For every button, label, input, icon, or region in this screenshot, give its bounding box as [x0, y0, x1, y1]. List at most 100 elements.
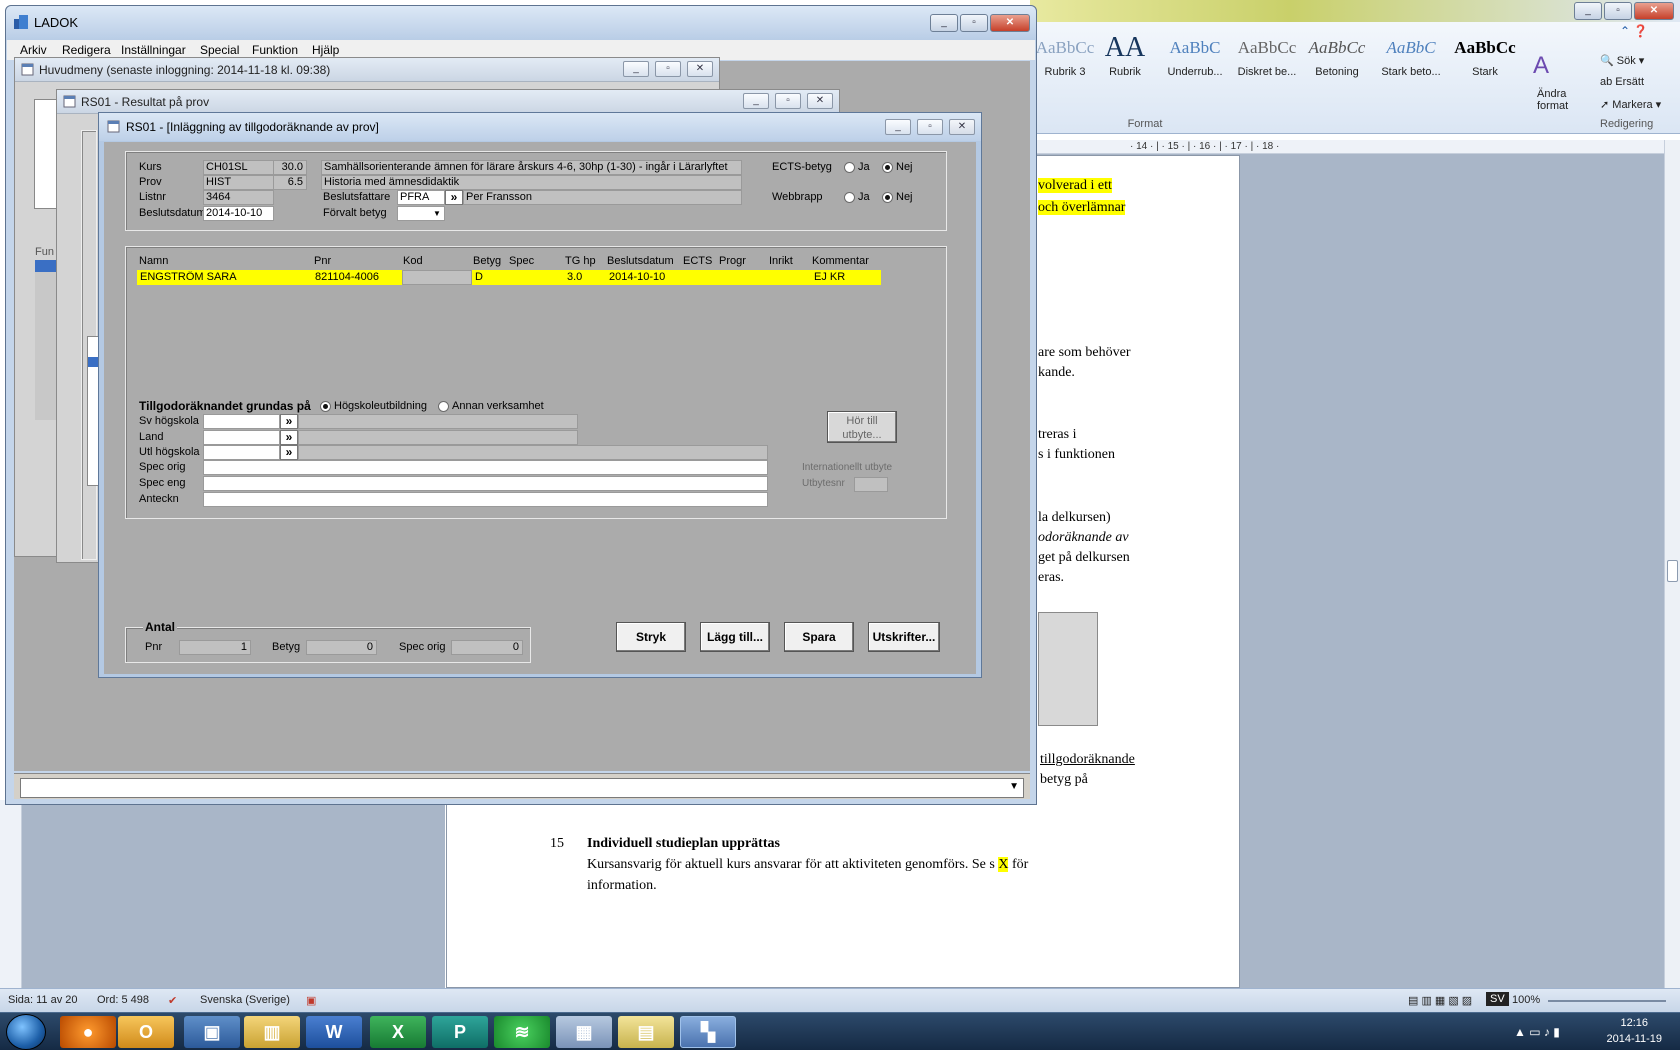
prov-code-field[interactable]: HIST [203, 175, 274, 190]
style-rubrik[interactable]: AA Rubrik [1090, 30, 1160, 105]
menu-hjalp[interactable]: Hjälp [312, 43, 339, 57]
scrollbar-thumb[interactable] [1667, 560, 1678, 582]
ladok-taskbar-icon[interactable]: ▚ [680, 1016, 736, 1048]
cell-tghp[interactable]: 3.0 [564, 270, 606, 285]
ladok-close-button[interactable]: ✕ [990, 14, 1030, 32]
language-indicator[interactable]: SV [1486, 992, 1509, 1006]
remote-desktop-icon[interactable]: ▣ [184, 1016, 240, 1048]
restore-button[interactable]: ▫ [775, 93, 801, 109]
status-zoom[interactable]: 100% [1512, 994, 1540, 1006]
webbrapp-ja-radio[interactable] [844, 192, 855, 203]
outlook-icon[interactable]: O [118, 1016, 174, 1048]
ects-nej-radio[interactable] [882, 162, 893, 173]
select-button[interactable]: ➚ Markera ▾ [1600, 98, 1661, 111]
spotify-icon[interactable]: ≋ [494, 1016, 550, 1048]
cell-spec[interactable] [508, 270, 564, 285]
spara-button[interactable]: Spara [784, 622, 854, 652]
cell-ects[interactable] [682, 270, 718, 285]
status-words[interactable]: Ord: 5 498 [97, 994, 149, 1006]
word-close-button[interactable]: ✕ [1634, 2, 1674, 20]
minimize-button[interactable]: _ [743, 93, 769, 109]
menu-special[interactable]: Special [200, 43, 239, 57]
find-button[interactable]: 🔍 Sök ▾ [1600, 54, 1644, 67]
status-page[interactable]: Sida: 11 av 20 [8, 994, 78, 1006]
webbrapp-nej-radio[interactable] [882, 192, 893, 203]
hor-till-utbyte-button[interactable]: Hör till utbyte... [827, 411, 897, 443]
beslutsdatum-field[interactable]: 2014-10-10 [203, 206, 274, 221]
macro-icon[interactable]: ▣ [306, 994, 316, 1007]
ects-ja-radio[interactable] [844, 162, 855, 173]
huvudmeny-titlebar[interactable]: Huvudmeny (senaste inloggning: 2014-11-1… [15, 58, 719, 82]
cell-beslutsdatum[interactable]: 2014-10-10 [606, 270, 682, 285]
word-minimize-button[interactable]: _ [1574, 2, 1602, 20]
cell-namn[interactable]: ENGSTRÖM SARA [137, 270, 312, 285]
minimize-button[interactable]: _ [623, 61, 649, 77]
sv-hogskola-field[interactable] [203, 414, 280, 429]
beslutsfattare-lookup-button[interactable]: » [445, 190, 463, 205]
ladok-status-combo[interactable]: ▼ [20, 778, 1024, 798]
status-language[interactable]: Svenska (Sverige) [200, 994, 290, 1006]
word-vertical-scrollbar[interactable] [1664, 140, 1680, 988]
spec-eng-field[interactable] [203, 476, 768, 491]
change-styles-label[interactable]: Ändra format [1537, 88, 1595, 112]
publisher-icon[interactable]: P [432, 1016, 488, 1048]
annan-verksamhet-radio[interactable] [438, 401, 449, 412]
style-betoning[interactable]: AaBbCc Betoning [1302, 30, 1372, 105]
stryk-button[interactable]: Stryk [616, 622, 686, 652]
tillgodorakning-dialog[interactable]: RS01 - [Inläggning av tillgodoräknande a… [98, 112, 982, 678]
notes-icon[interactable]: ▤ [618, 1016, 674, 1048]
calculator-icon[interactable]: ▦ [556, 1016, 612, 1048]
dialog-close-button[interactable]: ✕ [949, 119, 975, 135]
view-buttons[interactable]: ▤ ▥ ▦ ▧ ▨ [1408, 994, 1472, 1007]
dialog-minimize-button[interactable]: _ [885, 119, 911, 135]
land-lookup-button[interactable]: » [280, 430, 298, 445]
menu-funktion[interactable]: Funktion [252, 43, 298, 57]
replace-button[interactable]: ab Ersätt [1600, 76, 1644, 88]
land-field[interactable] [203, 430, 280, 445]
style-diskret[interactable]: AaBbCc Diskret be... [1232, 30, 1302, 105]
style-stark[interactable]: AaBbCc Stark [1450, 30, 1520, 105]
hogskoleutbildning-radio[interactable] [320, 401, 331, 412]
cell-betyg[interactable]: D [472, 270, 508, 285]
style-stark-betoning[interactable]: AaBbC Stark beto... [1376, 30, 1446, 105]
cell-kod[interactable] [402, 270, 472, 285]
utl-hogskola-lookup-button[interactable]: » [280, 445, 298, 460]
close-button[interactable]: ✕ [807, 93, 833, 109]
cell-kommentar[interactable]: EJ KR [811, 270, 881, 285]
ladok-minimize-button[interactable]: _ [930, 14, 958, 32]
menu-redigera[interactable]: Redigera [62, 43, 111, 57]
firefox-icon[interactable]: ● [60, 1016, 116, 1048]
proofing-icon[interactable]: ✔ [168, 994, 177, 1007]
cell-progr[interactable] [718, 270, 768, 285]
cell-inrikt[interactable] [768, 270, 811, 285]
change-styles-icon[interactable]: A [1525, 52, 1557, 80]
resultat-titlebar[interactable]: RS01 - Resultat på prov _ ▫ ✕ [57, 90, 839, 114]
ladok-restore-button[interactable]: ▫ [960, 14, 988, 32]
ladok-titlebar[interactable]: LADOK _ ▫ ✕ [6, 6, 1036, 40]
spec-orig-field[interactable] [203, 460, 768, 475]
word-restore-button[interactable]: ▫ [1604, 2, 1632, 20]
zoom-slider[interactable] [1548, 1000, 1666, 1002]
ribbon-help-icon[interactable]: ⌃ ❓ [1620, 24, 1648, 38]
start-button[interactable] [6, 1014, 46, 1050]
close-button[interactable]: ✕ [687, 61, 713, 77]
dialog-restore-button[interactable]: ▫ [917, 119, 943, 135]
system-clock[interactable]: 12:16 2014-11-19 [1607, 1015, 1662, 1047]
file-explorer-icon[interactable]: ▥ [244, 1016, 300, 1048]
utskrifter-button[interactable]: Utskrifter... [868, 622, 940, 652]
sv-hogskola-lookup-button[interactable]: » [280, 414, 298, 429]
lagg-till-button[interactable]: Lägg till... [700, 622, 770, 652]
cell-pnr[interactable]: 821104-4006 [312, 270, 402, 285]
utl-hogskola-field[interactable] [203, 445, 280, 460]
style-underrubrik[interactable]: AaBbC Underrub... [1160, 30, 1230, 105]
excel-icon[interactable]: X [370, 1016, 426, 1048]
listnr-field[interactable]: 3464 [203, 190, 274, 205]
tray-icons[interactable]: ▲ ▭ ♪ ▮ [1514, 1025, 1560, 1039]
kurs-code-field[interactable]: CH01SL [203, 160, 274, 175]
restore-button[interactable]: ▫ [655, 61, 681, 77]
beslutsfattare-code-field[interactable]: PFRA [397, 190, 445, 205]
anteckn-field[interactable] [203, 492, 768, 507]
word-icon[interactable]: W [306, 1016, 362, 1048]
menu-installningar[interactable]: Inställningar [121, 43, 186, 57]
menu-arkiv[interactable]: Arkiv [20, 43, 47, 57]
